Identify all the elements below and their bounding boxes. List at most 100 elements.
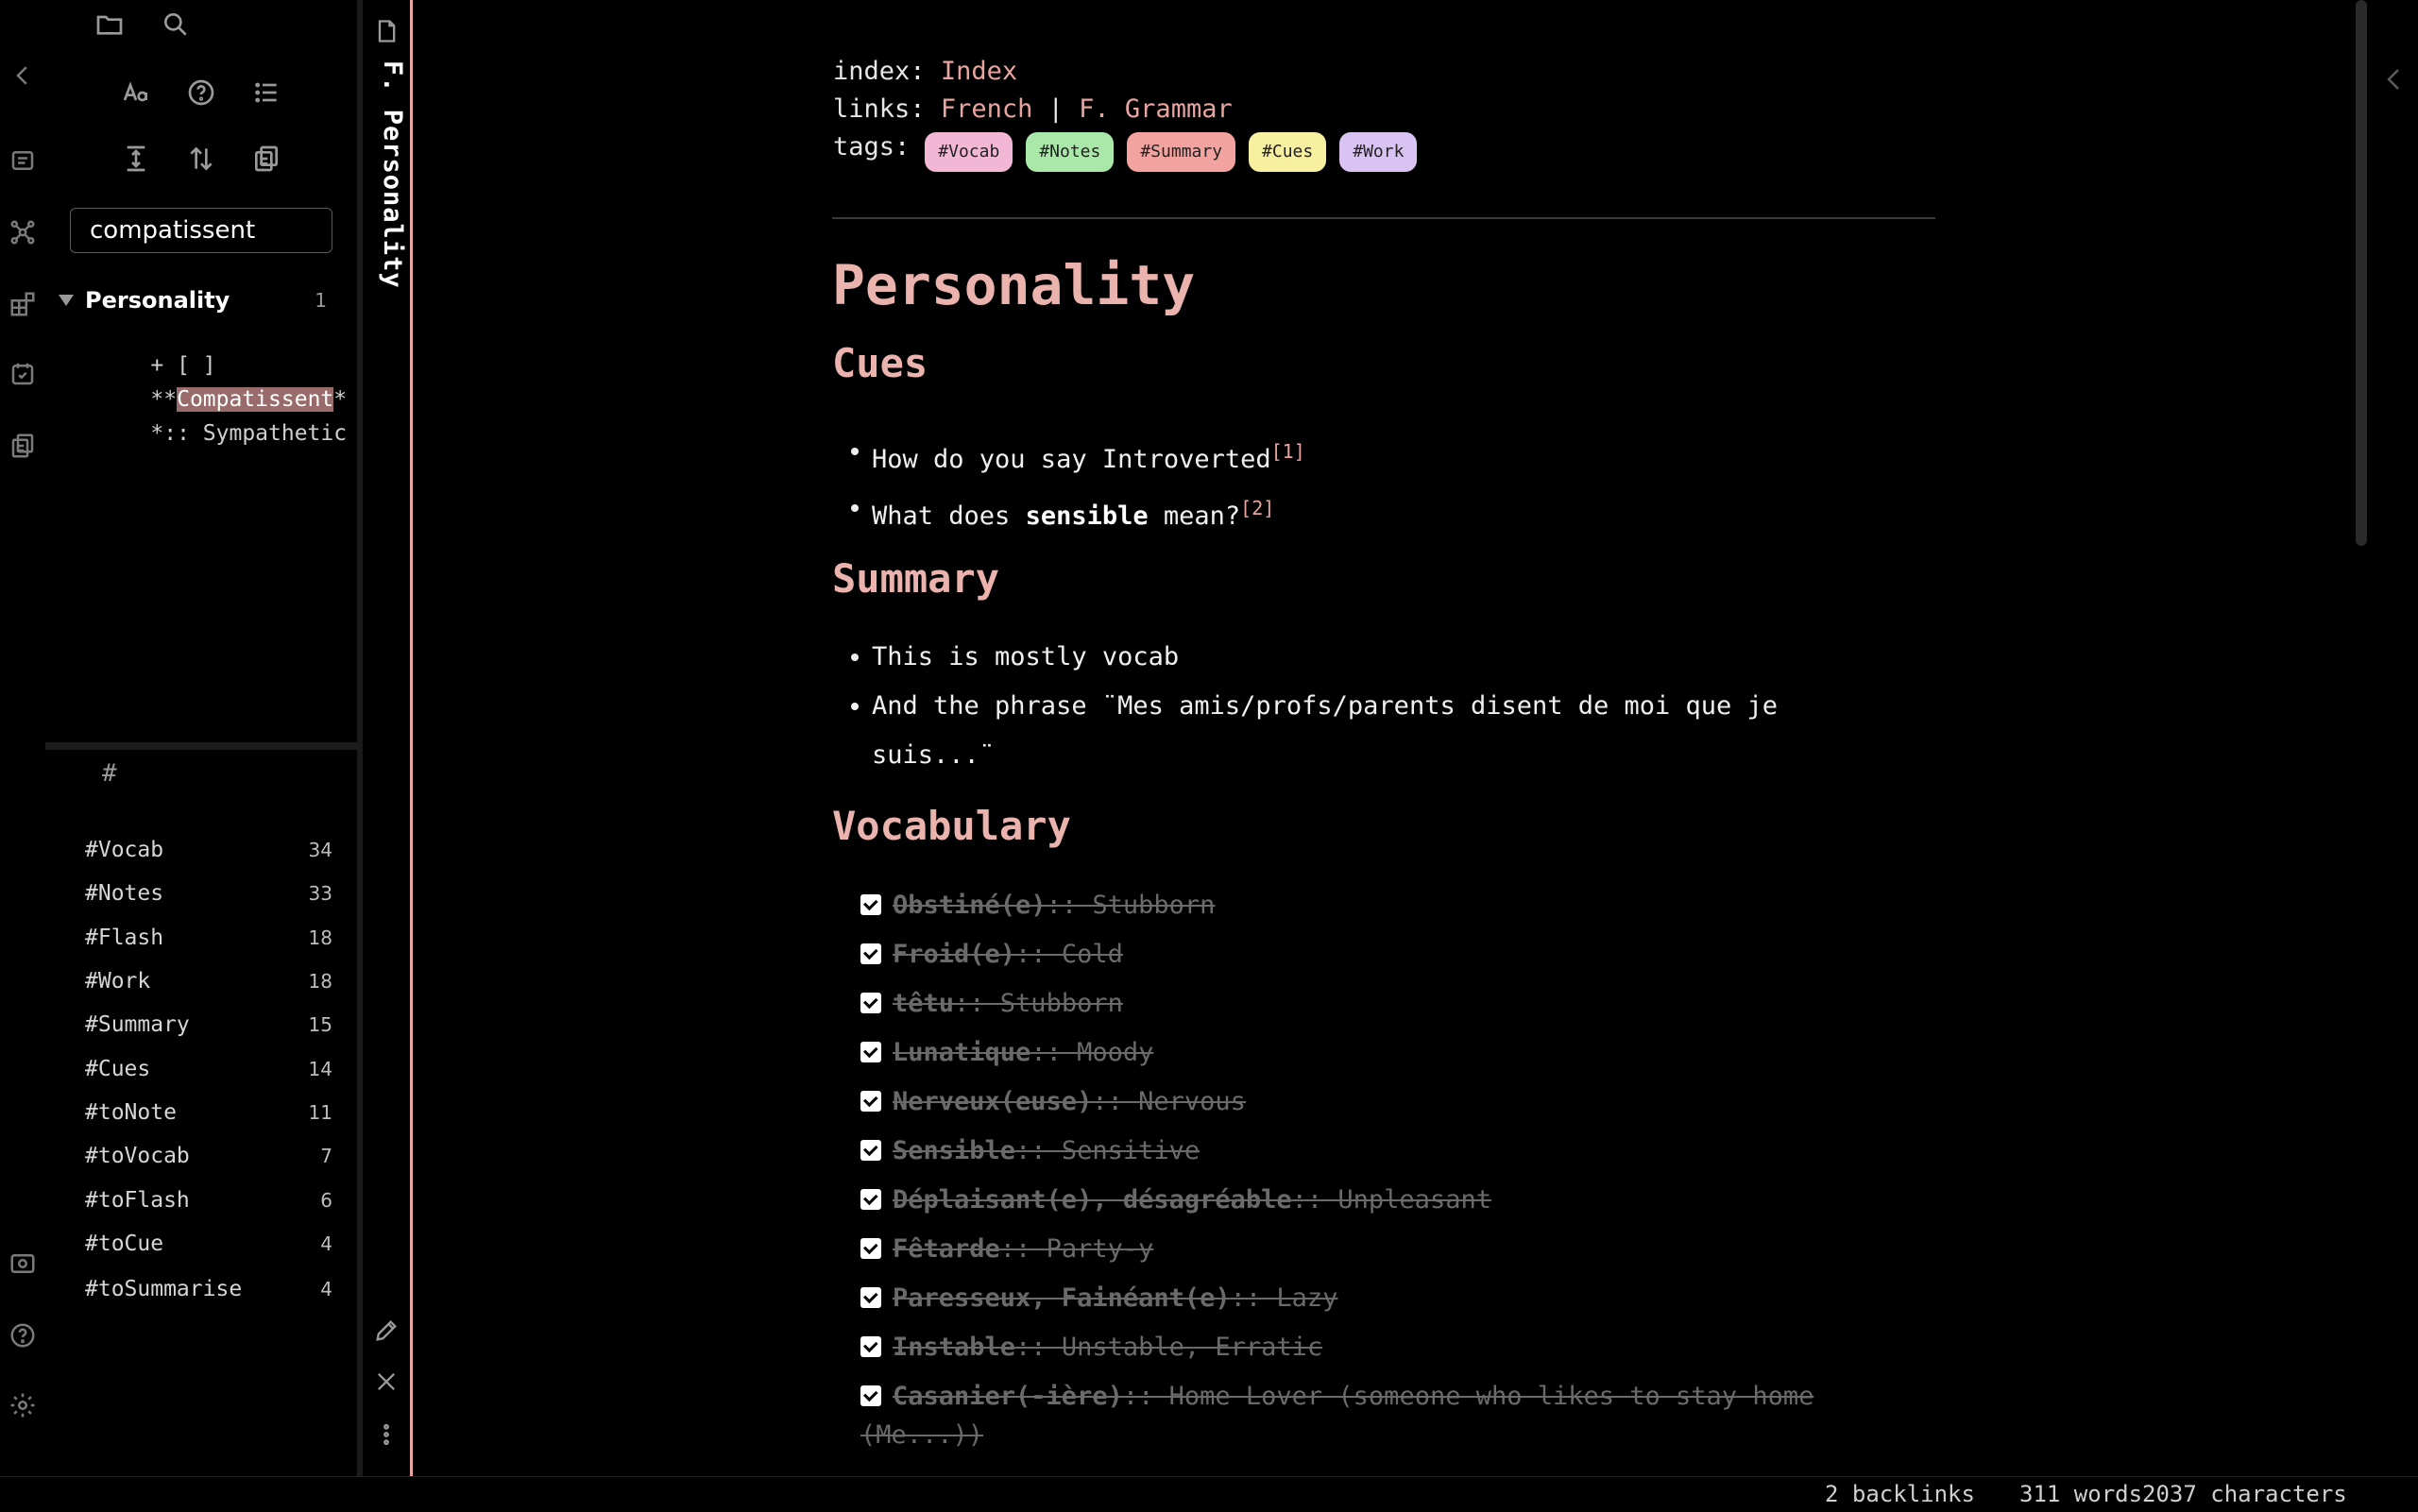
frontmatter-key: links:: [833, 94, 926, 124]
copy-results-icon[interactable]: [247, 140, 285, 178]
footnote-ref[interactable]: [1]: [1271, 440, 1305, 463]
match-case-icon[interactable]: [117, 74, 155, 111]
task-checkbox[interactable]: [860, 993, 881, 1013]
canvas-icon[interactable]: [6, 287, 40, 321]
tag-item[interactable]: #Cues 14: [85, 1052, 332, 1086]
vocab-task: Fêtarde:: Party-y: [860, 1224, 1153, 1273]
file-icon[interactable]: [370, 15, 402, 47]
search-result-file[interactable]: Personality 1: [59, 283, 342, 317]
tag-pill-notes[interactable]: #Notes: [1026, 132, 1115, 172]
list-icon[interactable]: [247, 74, 285, 111]
vocab-term: Obstiné(e): [893, 890, 1047, 920]
task-checkbox[interactable]: [860, 1189, 881, 1210]
vocab-def: :: Unpleasant: [1291, 1184, 1491, 1215]
task-checkbox[interactable]: [860, 1140, 881, 1161]
tag-pill-summary[interactable]: #Summary: [1127, 132, 1236, 172]
footnote-ref[interactable]: [2]: [1240, 497, 1274, 519]
tag-item[interactable]: #Summary 15: [85, 1008, 332, 1042]
link-french[interactable]: French: [941, 94, 1033, 124]
quick-switcher-icon[interactable]: [6, 144, 40, 178]
tag-count: 11: [308, 1101, 332, 1124]
index-link[interactable]: Index: [941, 57, 1017, 86]
tag-item[interactable]: #Notes 33: [85, 876, 332, 910]
folder-icon[interactable]: [91, 6, 128, 43]
tag-count: 4: [320, 1278, 332, 1300]
task-checkbox[interactable]: [860, 1336, 881, 1357]
vocab-def: :: Sensitive: [1015, 1135, 1200, 1165]
templates-icon[interactable]: [6, 429, 40, 463]
vocab-task: têtu:: Stubborn: [860, 978, 1123, 1028]
summary-item-continuation: suis...¨: [872, 740, 996, 770]
frontmatter-tags: tags: #Vocab #Notes #Summary #Cues #Work: [833, 132, 1430, 172]
tag-count: 14: [308, 1058, 332, 1080]
graph-view-icon[interactable]: [6, 215, 40, 249]
vocab-task: Instable:: Unstable, Erratic: [860, 1322, 1322, 1371]
chevron-left-icon[interactable]: [6, 59, 40, 93]
tag-name: #Flash: [85, 926, 164, 950]
vocab-term: têtu: [893, 988, 955, 1018]
tag-item[interactable]: #toCue 4: [85, 1227, 332, 1261]
cue-text: How do you say Introverted: [872, 445, 1271, 474]
tag-item[interactable]: #toSummarise 4: [85, 1272, 332, 1306]
frontmatter-index: index: Index: [833, 57, 1017, 86]
search-input[interactable]: [70, 208, 332, 253]
status-backlinks[interactable]: 2 backlinks: [1825, 1481, 1975, 1507]
tag-pill-cues[interactable]: #Cues: [1249, 132, 1327, 172]
tag-name: #Work: [85, 969, 151, 994]
vocab-term: Déplaisant(e), désagréable: [893, 1184, 1292, 1215]
close-icon[interactable]: [370, 1366, 402, 1398]
vocab-task: Nerveux(euse):: Nervous: [860, 1077, 1246, 1126]
tab-f-personality[interactable]: F. Personality: [378, 60, 407, 289]
tag-name: #toVocab: [85, 1144, 190, 1168]
vocab-def: :: Nervous: [1092, 1086, 1246, 1116]
vocab-def: :: Lazy: [1230, 1283, 1338, 1313]
cue-item: How do you say Introverted[1]: [851, 427, 1305, 484]
more-options-icon[interactable]: [370, 1419, 402, 1451]
task-checkbox[interactable]: [860, 1238, 881, 1259]
tag-item[interactable]: #Vocab 34: [85, 833, 332, 867]
help-icon[interactable]: [182, 74, 220, 111]
search-icon[interactable]: [157, 6, 195, 43]
task-checkbox[interactable]: [860, 1385, 881, 1406]
vocab-def: :: Cold: [1015, 939, 1123, 969]
editor-pane[interactable]: index: Index links: French | F. Grammar …: [413, 0, 2352, 1476]
vocab-task: Froid(e):: Cold: [860, 929, 1123, 978]
task-checkbox[interactable]: [860, 943, 881, 964]
task-checkbox[interactable]: [860, 1091, 881, 1112]
tag-item[interactable]: #Flash 18: [85, 921, 332, 955]
settings-icon[interactable]: [6, 1388, 40, 1422]
status-bar: 2 backlinks 311 words 2037 characters: [0, 1476, 2418, 1512]
pane-resize-handle[interactable]: [45, 742, 357, 750]
ribbon: [0, 0, 45, 1476]
tag-pill-work[interactable]: #Work: [1339, 132, 1418, 172]
tag-item[interactable]: #Work 18: [85, 964, 332, 998]
vocab-def: :: Stubborn: [1046, 890, 1216, 920]
task-checkbox[interactable]: [860, 1287, 881, 1308]
vocab-term: Fêtarde: [893, 1233, 1000, 1264]
vault-icon[interactable]: [6, 1247, 40, 1281]
tag-pane-header: #: [102, 759, 117, 788]
heading-vocabulary: Vocabulary: [832, 803, 1071, 849]
vocab-task: Casanier(-ière):: Home Lover (someone wh…: [860, 1371, 1814, 1420]
note-title: Personality: [832, 253, 1196, 317]
editor-scrollbar[interactable]: [2356, 0, 2367, 546]
tag-pill-vocab[interactable]: #Vocab: [925, 132, 1013, 172]
daily-note-icon[interactable]: [6, 357, 40, 391]
help-icon[interactable]: [6, 1318, 40, 1352]
search-match-line[interactable]: *:: Sympathetic: [98, 397, 347, 470]
link-f-grammar[interactable]: F. Grammar: [1079, 94, 1233, 124]
tag-item[interactable]: #toNote 11: [85, 1096, 332, 1130]
vocab-term: Instable: [893, 1332, 1016, 1362]
tag-item[interactable]: #toVocab 7: [85, 1139, 332, 1173]
frontmatter-key: tags:: [833, 132, 911, 161]
collapse-triangle-icon[interactable]: [59, 295, 74, 306]
tag-count: 33: [308, 882, 332, 905]
task-checkbox[interactable]: [860, 894, 881, 915]
chevron-left-icon[interactable]: [2382, 62, 2405, 96]
expand-icon[interactable]: [117, 140, 155, 178]
edit-pencil-icon[interactable]: [370, 1315, 402, 1347]
vocab-task: Sensible:: Sensitive: [860, 1126, 1200, 1175]
sort-icon[interactable]: [182, 140, 220, 178]
task-checkbox[interactable]: [860, 1042, 881, 1062]
tag-item[interactable]: #toFlash 6: [85, 1183, 332, 1217]
